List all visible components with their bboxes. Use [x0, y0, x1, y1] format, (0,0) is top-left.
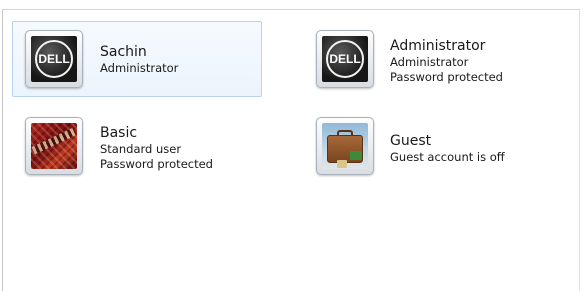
account-administrator[interactable]: DELL Administrator Administrator Passwor… [303, 21, 573, 97]
account-name: Guest [390, 133, 432, 149]
account-basic[interactable]: Basic Standard user Password protected [12, 108, 262, 184]
dell-logo-picture: DELL [322, 36, 368, 82]
dell-logo-text: DELL [38, 52, 70, 66]
account-type: Standard user [100, 142, 182, 156]
accounts-panel: DELL Sachin Administrator DELL Administr… [2, 9, 580, 291]
suitcase-picture [322, 123, 368, 169]
account-picture-frame [316, 117, 374, 175]
account-password-status: Password protected [390, 70, 503, 84]
account-password-status: Password protected [100, 157, 213, 171]
dell-logo-icon: DELL [326, 40, 364, 78]
suitcase-icon [327, 135, 363, 168]
suitcase-sticker [337, 160, 347, 168]
red-rug-picture [31, 123, 77, 169]
account-sachin[interactable]: DELL Sachin Administrator [12, 21, 262, 97]
dell-logo-picture: DELL [31, 36, 77, 82]
account-name: Sachin [100, 44, 147, 60]
account-guest[interactable]: Guest Guest account is off [303, 108, 573, 184]
account-name: Administrator [390, 38, 486, 54]
rug-pattern [31, 127, 77, 155]
account-name: Basic [100, 125, 138, 141]
account-picture-frame [25, 117, 83, 175]
account-type: Administrator [390, 55, 469, 69]
account-type: Administrator [100, 61, 179, 75]
account-status: Guest account is off [390, 150, 505, 164]
suitcase-sticker [350, 151, 362, 160]
dell-logo-text: DELL [329, 52, 361, 66]
dell-logo-icon: DELL [35, 40, 73, 78]
account-picture-frame: DELL [316, 30, 374, 88]
account-picture-frame: DELL [25, 30, 83, 88]
